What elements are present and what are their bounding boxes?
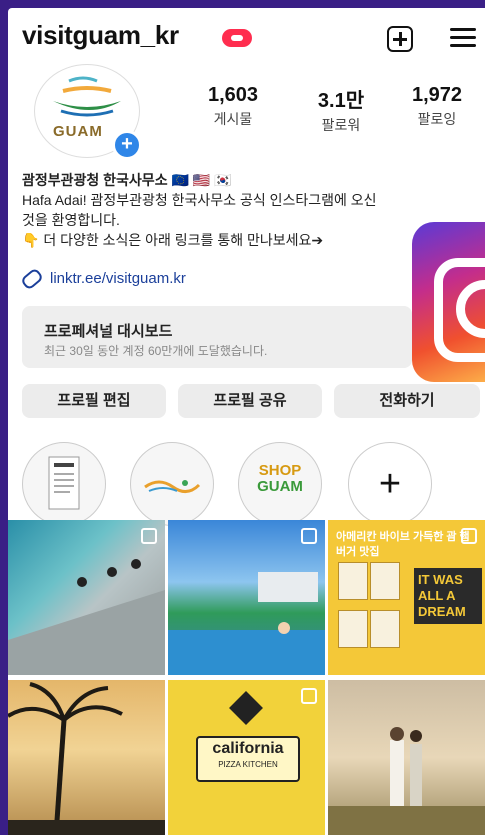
device-frame: visitguam_kr GUAM + 1,603 게시물 3.1만 팔로워 1… bbox=[0, 0, 485, 835]
bio-line-2: 것을 환영합니다. bbox=[22, 212, 120, 228]
profile-link[interactable]: linktr.ee/visitguam.kr bbox=[19, 267, 186, 291]
post-california-sign-sub: PIZZA KITCHEN bbox=[218, 760, 278, 769]
stat-posts[interactable]: 1,603 게시물 bbox=[188, 84, 278, 129]
highlight-shop-line2: GUAM bbox=[257, 478, 303, 495]
new-post-icon[interactable] bbox=[387, 26, 413, 52]
menu-icon[interactable] bbox=[450, 28, 476, 48]
post-tile-burger[interactable]: 아메리칸 바이브 가득한 괌 햄버거 맛집 IT WAS ALL A DREAM bbox=[328, 520, 485, 675]
carousel-icon bbox=[301, 528, 317, 544]
carousel-icon bbox=[301, 688, 317, 704]
avatar-logo-text: GUAM bbox=[53, 123, 103, 140]
bio-line-3: 👇 더 다양한 소식은 아래 링크를 통해 만나보세요➔ bbox=[22, 232, 324, 248]
professional-dashboard[interactable]: 프로페셔널 대시보드 최근 30일 동안 계정 60만개에 도달했습니다. bbox=[22, 306, 412, 368]
stat-posts-value: 1,603 bbox=[207, 84, 259, 106]
stat-following-value: 1,972 bbox=[411, 84, 463, 106]
link-icon bbox=[19, 267, 45, 291]
edit-profile-button[interactable]: 프로필 편집 bbox=[22, 384, 166, 418]
top-bar: visitguam_kr bbox=[8, 8, 485, 64]
highlight-banner[interactable] bbox=[130, 442, 214, 526]
post-tile-cycling[interactable] bbox=[8, 520, 165, 675]
call-button[interactable]: 전화하기 bbox=[334, 384, 480, 418]
reel-icon bbox=[141, 528, 157, 544]
dashboard-title: 프로페셔널 대시보드 bbox=[44, 323, 173, 340]
document-icon bbox=[48, 456, 80, 510]
profile-bio: 괌정부관광청 한국사무소 🇪🇺 🇺🇸 🇰🇷 Hafa Adai! 괌정부관광청 … bbox=[22, 170, 477, 250]
live-badge-icon[interactable] bbox=[222, 29, 252, 47]
post-grid: 아메리칸 바이브 가득한 괌 햄버거 맛집 IT WAS ALL A DREAM… bbox=[8, 520, 485, 835]
post-burger-sign: IT WAS ALL A DREAM bbox=[414, 568, 482, 624]
post-burger-caption: 아메리칸 바이브 가득한 괌 햄버거 맛집 bbox=[336, 531, 470, 558]
bio-display-name: 괌정부관광청 한국사무소 🇪🇺 🇺🇸 🇰🇷 bbox=[22, 172, 232, 188]
add-highlight-icon: + bbox=[378, 463, 402, 505]
post-tile-pool[interactable] bbox=[168, 520, 325, 675]
add-story-button[interactable]: + bbox=[112, 130, 142, 160]
bio-line-1: Hafa Adai! 괌정부관광청 한국사무소 공식 인스타그램에 오신 bbox=[22, 192, 377, 208]
profile-link-text[interactable]: linktr.ee/visitguam.kr bbox=[50, 270, 186, 287]
post-tile-palm[interactable] bbox=[8, 680, 165, 835]
dashboard-subtitle: 최근 30일 동안 계정 60만개에 도달했습니다. bbox=[44, 344, 268, 358]
new-highlight-button[interactable]: + bbox=[348, 442, 432, 526]
instagram-logo-icon bbox=[412, 222, 485, 382]
highlight-shop-line1: SHOP bbox=[258, 462, 302, 479]
stat-following-label: 팔로잉 bbox=[417, 111, 457, 127]
stat-followers-label: 팔로워 bbox=[321, 117, 361, 133]
stat-posts-label: 게시물 bbox=[213, 111, 253, 127]
stat-following[interactable]: 1,972 팔로잉 bbox=[392, 84, 482, 129]
post-california-sign: california PIZZA KITCHEN bbox=[196, 736, 300, 782]
post-california-sign-main: california bbox=[212, 740, 284, 757]
stat-followers[interactable]: 3.1만 팔로워 bbox=[296, 84, 386, 135]
highlight-shop-guam[interactable]: SHOP GUAM bbox=[238, 442, 322, 526]
stat-followers-value: 3.1만 bbox=[317, 90, 365, 112]
post-tile-california-pizza[interactable]: california PIZZA KITCHEN bbox=[168, 680, 325, 835]
share-profile-button[interactable]: 프로필 공유 bbox=[178, 384, 322, 418]
profile-username[interactable]: visitguam_kr bbox=[22, 20, 179, 51]
highlight-document[interactable] bbox=[22, 442, 106, 526]
post-tile-couple[interactable] bbox=[328, 680, 485, 835]
banner-icon bbox=[144, 480, 201, 493]
house-logo-icon bbox=[229, 691, 263, 725]
